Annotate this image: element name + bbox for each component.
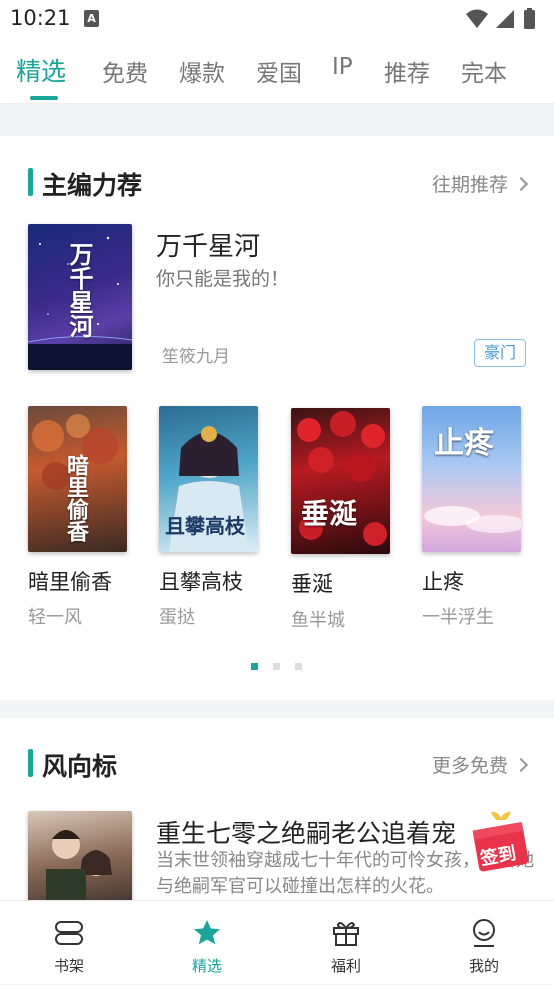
- pager-dot[interactable]: [273, 663, 280, 670]
- cover-title-text: 垂涎: [301, 497, 358, 530]
- book-title-3[interactable]: 垂涎: [291, 568, 333, 598]
- nav-label: 我的: [468, 957, 499, 975]
- tab-wanben[interactable]: 完本: [461, 54, 507, 88]
- tab-mianfei[interactable]: 免费: [102, 54, 148, 88]
- section-title: 主编力荐: [42, 171, 143, 200]
- featured-book-author: 笙筱九月: [162, 347, 230, 367]
- section-title: 风向标: [42, 752, 118, 781]
- red-roses-image: [297, 411, 387, 546]
- status-icons: [466, 8, 535, 29]
- battery-icon: [524, 8, 535, 29]
- book-cover-3[interactable]: 垂涎: [291, 408, 390, 554]
- genre-tag[interactable]: 豪门: [474, 339, 526, 367]
- tab-tuijian[interactable]: 推荐: [384, 54, 430, 88]
- section-accent-bar: [28, 749, 33, 777]
- nav-welfare[interactable]: 福利: [277, 901, 415, 985]
- nav-profile[interactable]: 我的: [415, 901, 553, 985]
- cover-title-text: 且攀高枝: [165, 514, 245, 538]
- pager-dot[interactable]: [295, 663, 302, 670]
- nav-bookshelf[interactable]: 书架: [0, 901, 138, 985]
- bottom-navigation: 书架 精选 福利 我的: [0, 900, 554, 984]
- book-title-2[interactable]: 且攀高枝: [159, 566, 243, 596]
- book-author-4: 一半浮生: [422, 607, 494, 628]
- chevron-right-icon: [513, 757, 529, 773]
- signin-badge[interactable]: 签到: [466, 808, 536, 878]
- more-free-label: 更多免费: [431, 755, 508, 777]
- wifi-icon: [466, 9, 488, 28]
- cover-title-text: 万千星河: [65, 242, 93, 338]
- cover-title-text: 止疼: [434, 426, 494, 461]
- status-time: 10:21: [10, 6, 71, 30]
- nav-featured[interactable]: 精选: [138, 901, 276, 985]
- tab-baokuan[interactable]: 爆款: [179, 54, 225, 88]
- editor-picks-section: 主编力荐 往期推荐 万千星河 万千星河 你只能是我的！ 笙筱九月 豪门 暗里偷香…: [0, 136, 554, 700]
- chevron-right-icon: [513, 176, 529, 192]
- gift-icon: [333, 922, 359, 946]
- past-picks-link[interactable]: 往期推荐: [431, 170, 529, 197]
- tab-aiguo[interactable]: 爱国: [256, 54, 302, 88]
- trend-book-title[interactable]: 重生七零之绝嗣老公追着宠: [156, 814, 456, 850]
- signal-icon: [496, 10, 514, 28]
- book-cover-1[interactable]: 暗里偷香: [28, 406, 127, 552]
- more-free-link[interactable]: 更多免费: [431, 751, 529, 778]
- featured-book-cover[interactable]: 万千星河: [28, 224, 132, 370]
- profile-icon: [473, 919, 495, 947]
- notification-a-icon: A: [84, 10, 99, 27]
- book-cover-4[interactable]: 止疼: [422, 406, 521, 552]
- book-title-1[interactable]: 暗里偷香: [28, 566, 112, 596]
- featured-book-title[interactable]: 万千星河: [156, 226, 260, 263]
- cover-title-text: 暗里偷香: [63, 454, 88, 542]
- book-author-2: 蛋挞: [159, 607, 195, 628]
- trend-book-cover[interactable]: [28, 811, 132, 911]
- past-picks-label: 往期推荐: [431, 174, 508, 196]
- book-author-1: 轻一风: [28, 607, 82, 628]
- status-bar: 10:21 A: [0, 0, 554, 38]
- star-icon: [194, 920, 220, 945]
- tab-jingxuan[interactable]: 精选: [16, 52, 66, 88]
- nav-label: 福利: [330, 957, 361, 975]
- section-accent-bar: [28, 168, 33, 196]
- tab-ip[interactable]: IP: [332, 54, 353, 80]
- book-author-3: 鱼半城: [291, 610, 345, 631]
- nav-label: 精选: [191, 957, 222, 975]
- active-tab-indicator: [30, 96, 58, 100]
- pager-dot[interactable]: [251, 663, 258, 670]
- book-cover-2[interactable]: 且攀高枝: [159, 406, 258, 552]
- category-tabs: 精选 免费 爆款 爱国 IP 推荐 完本: [0, 38, 554, 104]
- couple-image: [46, 830, 112, 911]
- book-title-4[interactable]: 止疼: [422, 566, 464, 596]
- featured-book-description: 你只能是我的！: [156, 268, 290, 290]
- nav-label: 书架: [53, 957, 84, 975]
- bookshelf-icon: [55, 921, 83, 945]
